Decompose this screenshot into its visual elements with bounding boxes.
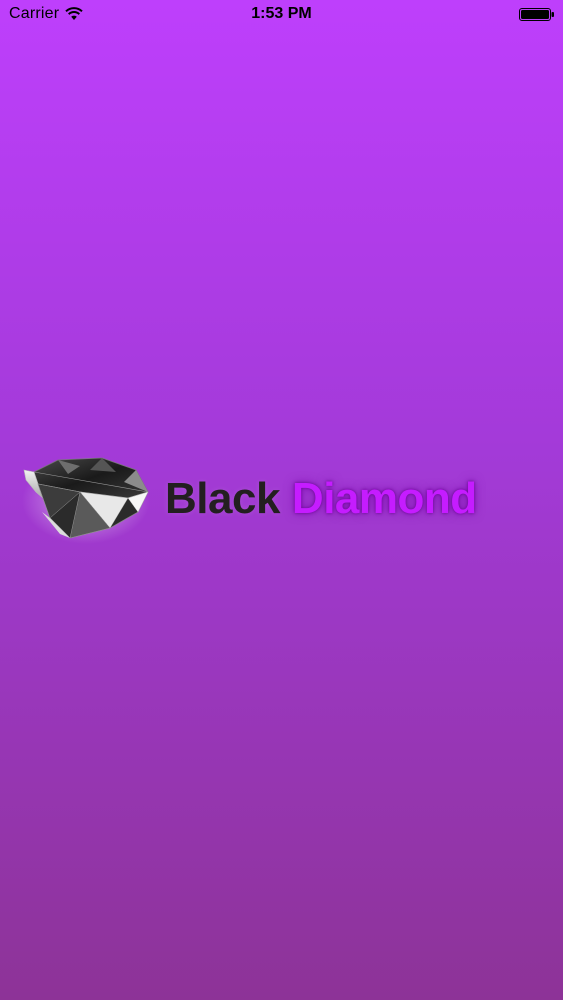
diamond-icon [22,456,150,544]
status-time: 1:53 PM [251,5,312,22]
status-bar: Carrier 1:53 PM [0,0,563,28]
battery-icon [519,8,554,21]
brand-word-black: Black [165,474,280,523]
brand-wordmark: Black Diamond [165,474,477,524]
brand-word-diamond: Diamond [291,474,477,523]
